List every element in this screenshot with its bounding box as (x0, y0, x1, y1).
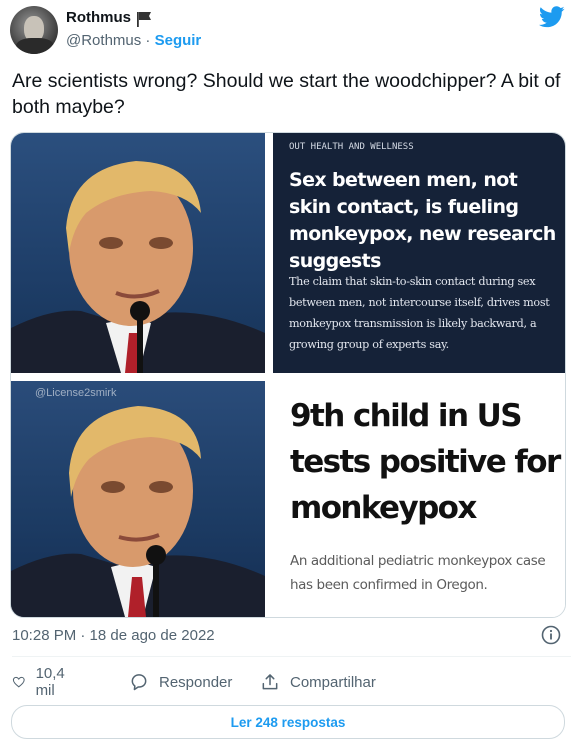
info-icon[interactable] (541, 625, 561, 645)
article-headline: Sex between men, not skin contact, is fu… (289, 169, 556, 272)
article-headline: 9th child in US tests positive for monke… (290, 398, 561, 526)
article-subhead: An additional pediatric monkeypox case h… (290, 553, 546, 593)
read-replies-button[interactable]: Ler 248 respostas (11, 705, 565, 739)
share-label: Compartilhar (290, 673, 376, 691)
reply-label: Responder (159, 673, 233, 691)
photo-bottom-left[interactable]: @License2smirk (11, 381, 265, 617)
portrait-illustration (11, 406, 265, 617)
media-divider-horizontal (11, 373, 565, 381)
like-count: 10,4 mil (35, 665, 65, 699)
portrait-illustration (11, 161, 265, 373)
share-icon (262, 674, 278, 690)
avatar-body (16, 38, 54, 54)
photo-top-left[interactable] (11, 133, 265, 373)
tweet-text: Are scientists wrong? Should we start th… (12, 70, 561, 118)
twitter-bird-icon[interactable] (539, 6, 565, 28)
article-card-2[interactable]: 9th child in US tests positive for monke… (273, 381, 565, 617)
share-button[interactable]: Compartilhar (260, 670, 376, 694)
tweet-timestamp[interactable]: 10:28 PM · 18 de ago de 2022 (12, 627, 215, 644)
reply-button[interactable]: Responder (129, 670, 232, 694)
article-card-1[interactable]: OUT HEALTH AND WELLNESS Sex between men,… (273, 133, 565, 373)
divider (12, 656, 571, 657)
avatar[interactable] (10, 6, 58, 54)
handle-separator: · (145, 32, 151, 49)
media-divider-vertical (265, 133, 273, 617)
black-flag-icon (137, 12, 151, 27)
heart-icon (12, 676, 25, 688)
article-kicker: OUT HEALTH AND WELLNESS (289, 142, 414, 152)
follow-button[interactable]: Seguir (155, 32, 202, 49)
like-button[interactable]: 10,4 mil (12, 665, 71, 699)
article-subhead: The claim that skin-to-skin contact duri… (289, 275, 550, 351)
tweet-media[interactable]: @License2smirk OUT HEALTH AND WELLNESS S… (10, 132, 566, 618)
watermark: @License2smirk (35, 387, 117, 399)
reply-bubble-icon (131, 674, 147, 691)
handle-row: @Rothmus · Seguir (66, 32, 201, 49)
user-handle[interactable]: @Rothmus (66, 32, 141, 49)
user-name[interactable]: Rothmus (66, 9, 131, 26)
